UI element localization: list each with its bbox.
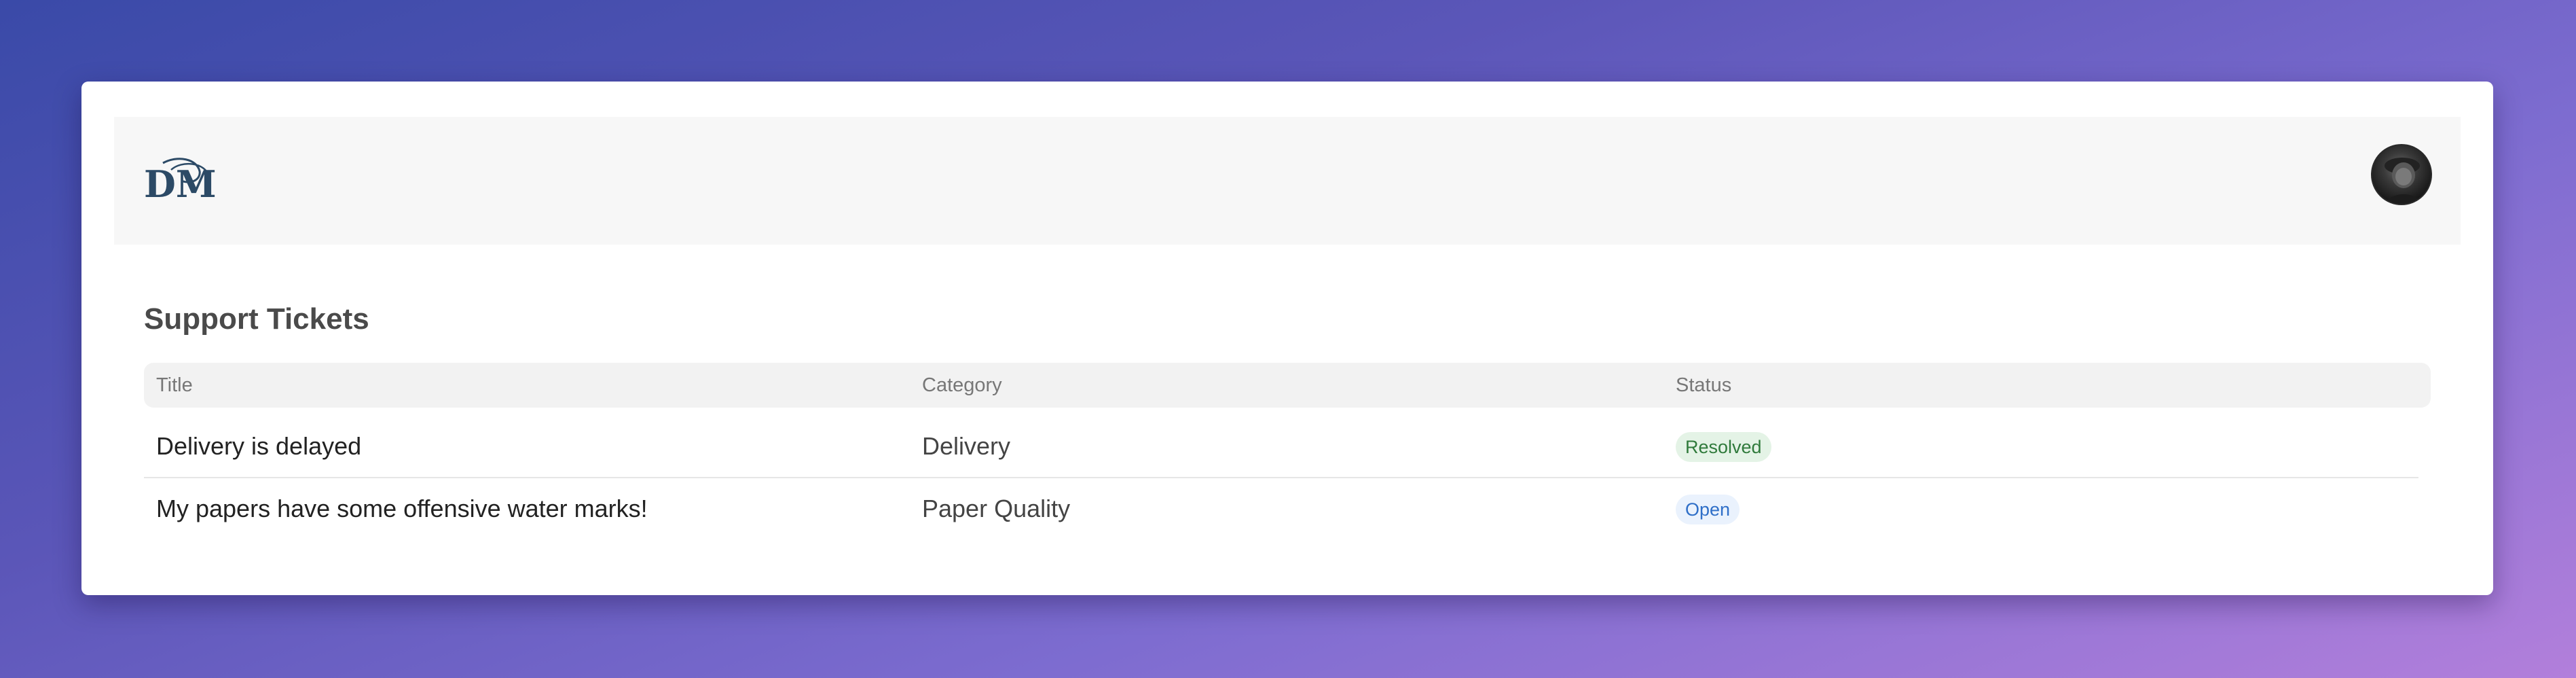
ticket-category: Paper Quality: [922, 495, 1071, 522]
table-row[interactable]: My papers have some offensive water mark…: [144, 478, 2418, 539]
ticket-category: Delivery: [922, 432, 1011, 460]
status-badge: Resolved: [1676, 432, 1771, 462]
logo-text: DM: [144, 162, 217, 205]
status-badge: Open: [1676, 495, 1740, 524]
column-header-status[interactable]: Status: [1676, 374, 2431, 397]
app-header: DM: [114, 117, 2461, 245]
avatar[interactable]: [2371, 144, 2432, 205]
page-title: Support Tickets: [144, 302, 369, 336]
logo-icon: DM: [144, 158, 217, 206]
table-row[interactable]: Delivery is delayed Delivery Resolved: [144, 416, 2418, 478]
ticket-title: My papers have some offensive water mark…: [156, 495, 648, 522]
column-header-title[interactable]: Title: [144, 374, 922, 397]
ticket-title: Delivery is delayed: [156, 432, 362, 460]
logo[interactable]: DM: [144, 156, 219, 206]
avatar-image-icon: [2385, 158, 2422, 204]
table-header: Title Category Status: [144, 363, 2431, 408]
column-header-category[interactable]: Category: [922, 374, 1676, 397]
tickets-table: Title Category Status Delivery is delaye…: [144, 363, 2431, 539]
main-card: DM Support Tickets Title Category Status…: [81, 82, 2493, 595]
tickets-section: Support Tickets Title Category Status De…: [144, 299, 2431, 539]
